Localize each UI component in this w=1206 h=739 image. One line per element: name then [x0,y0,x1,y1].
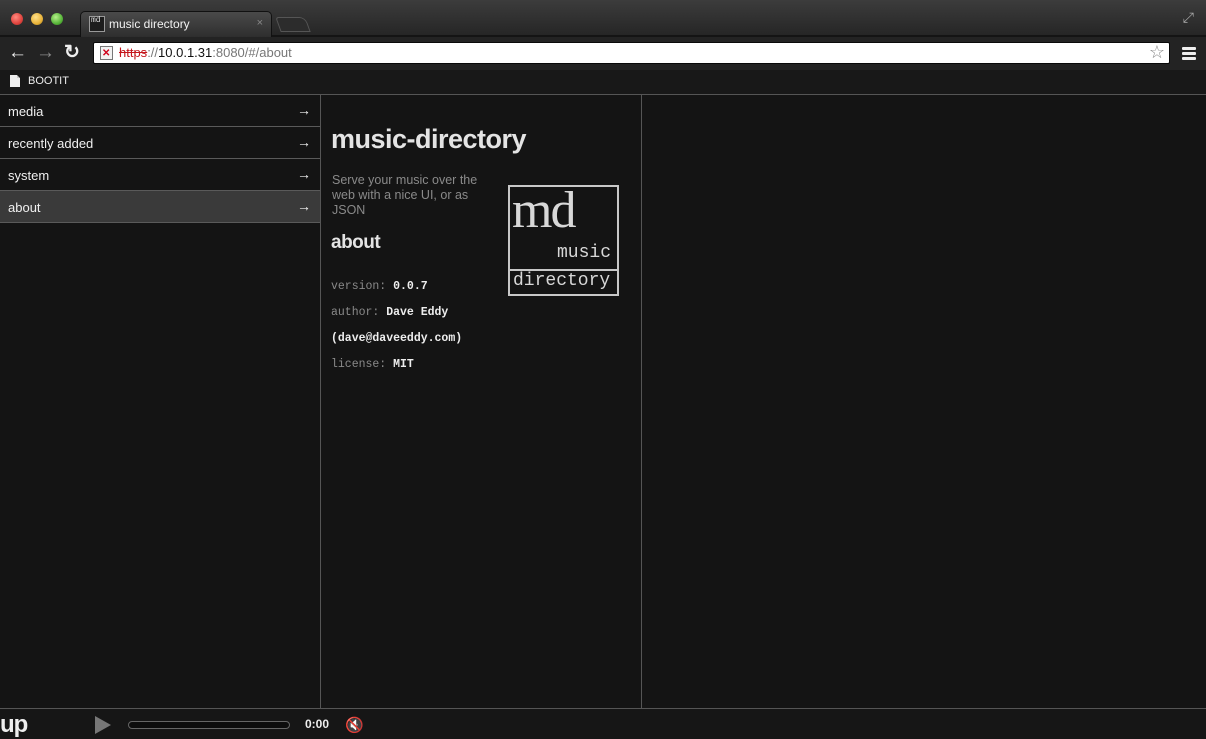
logo-music-text: music [556,243,611,263]
window-titlebar: md music directory × ⤢ [0,0,1206,37]
sidebar-item-label: recently added [8,136,94,151]
reload-icon[interactable]: ↻ [64,42,80,64]
mute-icon[interactable]: 🔇 [345,716,364,734]
right-arrow-icon: → [297,198,311,214]
page-title: music-directory [331,124,527,154]
logo-directory-text: directory [513,271,611,291]
license-row: license: MIT [331,358,414,371]
browser-tab[interactable]: md music directory × [80,11,272,37]
version-row: version: 0.0.7 [331,280,428,293]
bookmarks-bar: BOOTIT [0,70,1206,94]
sidebar-item-label: system [8,168,50,183]
favicon-icon: md [89,16,105,32]
sidebar-item-media[interactable]: media → [0,95,320,127]
sidebar-item-label: media [8,104,44,119]
back-arrow-icon[interactable]: ← [8,42,27,64]
right-arrow-icon: → [297,102,311,118]
tab-close-icon[interactable]: × [257,17,263,29]
sidebar-item-system[interactable]: system → [0,159,320,191]
time-display: 0:00 [305,717,330,731]
logo-md-text: md [512,182,576,239]
author-email: (dave@daveeddy.com) [331,332,463,345]
bookmark-bootit[interactable]: BOOTIT [28,75,69,87]
sidebar-item-recently-added[interactable]: recently added → [0,127,320,159]
author-value: Dave Eddy [386,306,449,319]
menu-icon[interactable] [1182,47,1196,62]
about-panel: music-directory Serve your music over th… [321,95,642,709]
license-key: license: [331,358,387,371]
zoom-window-button[interactable] [51,13,63,25]
play-icon[interactable] [95,716,111,734]
close-window-button[interactable] [11,13,23,25]
author-row: author: Dave Eddy [331,306,448,319]
player-bar: up 0:00 🔇 [0,708,1206,739]
md-logo: md music directory [508,182,619,296]
app-content: media → recently added → system → about … [0,94,1206,709]
minimize-window-button[interactable] [31,13,43,25]
version-key: version: [331,280,387,293]
url-scheme: https [119,45,148,60]
sidebar-item-about[interactable]: about → [0,191,320,223]
about-heading: about [331,232,381,253]
document-icon [10,75,20,87]
url-separator: :// [147,45,159,60]
fullscreen-icon[interactable]: ⤢ [1183,9,1194,26]
author-key: author: [331,306,380,319]
broken-https-icon[interactable] [100,44,113,64]
right-arrow-icon: → [297,166,311,182]
license-value: MIT [393,358,414,371]
right-arrow-icon: → [297,134,311,150]
version-value: 0.0.7 [393,280,428,293]
tab-title: music directory [109,17,190,31]
sidebar-item-label: about [8,200,41,215]
sidebar-nav: media → recently added → system → about … [0,95,321,709]
email-row: (dave@daveeddy.com) [331,332,462,345]
url-text[interactable]: https://10.0.1.31:8080/#/about [119,43,292,63]
progress-bar[interactable] [128,721,290,729]
url-path: :8080/#/about [212,45,292,60]
tagline: Serve your music over the web with a nic… [332,173,478,217]
up-logo: up [0,711,28,738]
address-bar[interactable]: https://10.0.1.31:8080/#/about ☆ [93,42,1170,64]
bookmark-star-icon[interactable]: ☆ [1149,42,1165,62]
new-tab-button[interactable] [275,17,311,32]
forward-arrow-icon[interactable]: → [36,42,55,64]
browser-toolbar: ← → ↻ https://10.0.1.31:8080/#/about ☆ [0,37,1206,70]
url-host: 10.0.1.31 [158,45,213,60]
